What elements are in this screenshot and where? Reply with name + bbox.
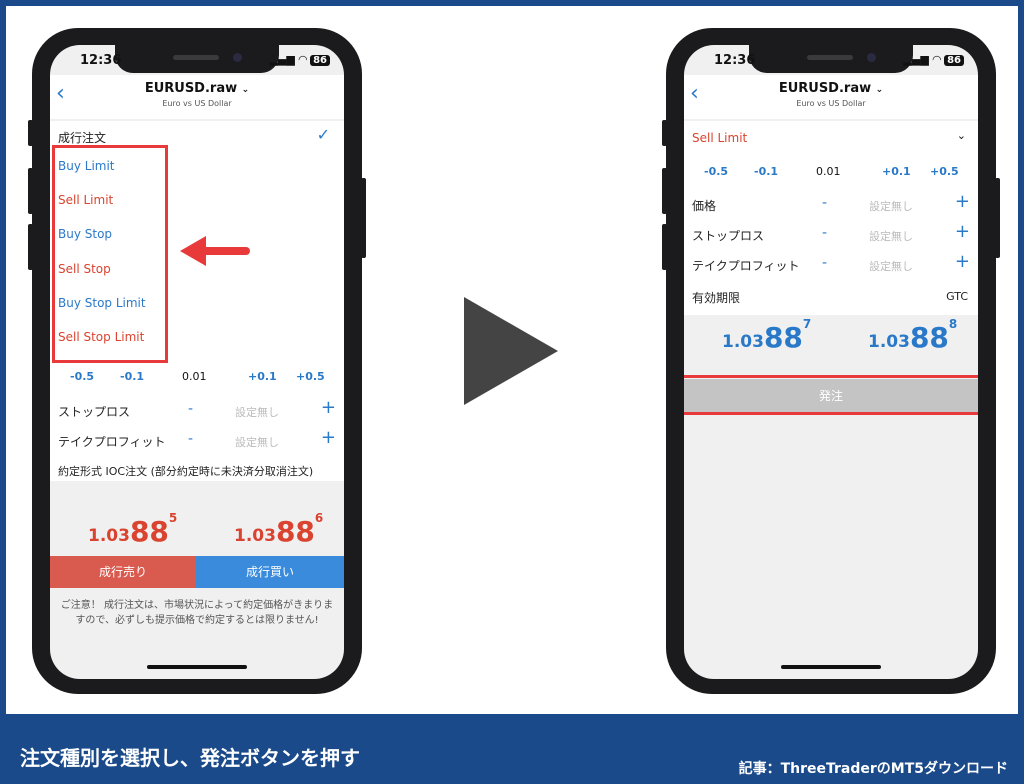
lot-step-button[interactable]: -0.5: [70, 370, 94, 383]
stop-loss-label: ストップロス: [58, 405, 131, 419]
symbol-selector[interactable]: EURUSD.raw ⌄: [50, 81, 344, 96]
status-bar: 12:36 ▂▄▆ ◠ 86: [50, 51, 344, 73]
footer-bar: 注文種別を選択し、発注ボタンを押す 記事：ThreeTraderのMT5ダウンロ…: [0, 714, 1024, 784]
check-icon: ✓: [316, 125, 330, 144]
price-label: 価格: [692, 199, 717, 213]
symbol-description: Euro vs US Dollar: [796, 99, 866, 108]
source-note: 記事：ThreeTraderのMT5ダウンロード: [738, 761, 1008, 777]
price-plus[interactable]: +: [955, 191, 970, 212]
order-button-highlight: [684, 375, 978, 415]
take-profit-label: テイクプロフィット: [692, 259, 800, 273]
side-button: [662, 120, 667, 146]
fill-type: 約定形式 IOC注文 (部分約定時に未決済分取消注文): [58, 465, 314, 478]
take-profit-plus[interactable]: +: [321, 427, 336, 448]
lot-step-button[interactable]: +0.5: [296, 370, 325, 383]
status-time: 12:36: [80, 53, 122, 68]
status-icons: ▂▄▆ ◠ 86: [903, 53, 964, 66]
lot-step-button[interactable]: -0.5: [704, 165, 728, 178]
lot-step-button[interactable]: -0.1: [754, 165, 778, 178]
stop-loss-value[interactable]: 設定無し: [869, 228, 913, 244]
lot-volume[interactable]: 0.01: [182, 370, 207, 383]
take-profit-value[interactable]: 設定無し: [869, 258, 913, 274]
side-button: [28, 120, 33, 146]
take-profit-minus[interactable]: -: [822, 255, 827, 271]
order-panel: [684, 121, 978, 315]
ask-price: 1.03886: [234, 511, 324, 548]
status-icons: ▂▄▆ ◠ 86: [269, 53, 330, 66]
symbol-name: EURUSD.raw: [778, 81, 872, 96]
take-profit-plus[interactable]: +: [955, 251, 970, 272]
order-type-label: Sell Limit: [692, 131, 748, 145]
stop-loss-value[interactable]: 設定無し: [235, 404, 279, 420]
chevron-down-icon: ⌄: [241, 85, 250, 95]
bid-price: 1.03885: [88, 511, 178, 548]
arrow-left-icon: [180, 236, 250, 266]
lot-volume[interactable]: 0.01: [816, 165, 841, 178]
battery-icon: 86: [944, 55, 964, 66]
sell-button[interactable]: 成行売り: [50, 556, 196, 588]
stop-loss-minus[interactable]: -: [822, 225, 827, 241]
buy-button[interactable]: 成行買い: [196, 556, 344, 588]
play-icon: [464, 297, 558, 405]
symbol-description: Euro vs US Dollar: [162, 99, 232, 108]
chevron-down-icon[interactable]: ⌄: [957, 129, 966, 142]
stop-loss-label: ストップロス: [692, 229, 765, 243]
expiry-label: 有効期限: [692, 291, 741, 305]
lot-step-button[interactable]: -0.1: [120, 370, 144, 383]
home-indicator: [147, 665, 247, 669]
status-time: 12:36: [714, 53, 756, 68]
left-phone: 12:36 ▂▄▆ ◠ 86 ‹ EURUSD.raw ⌄ Euro vs US …: [28, 28, 366, 694]
order-type-current[interactable]: 成行注文: [58, 129, 344, 146]
take-profit-label: テイクプロフィット: [58, 435, 166, 449]
symbol-header: ‹ EURUSD.raw ⌄ Euro vs US Dollar: [50, 75, 344, 119]
expiry-value[interactable]: GTC: [946, 290, 968, 303]
market-order-notice: ご注意！ 成行注文は、市場状況によって約定価格がきまりますので、必ずしも提示価格…: [60, 600, 334, 626]
power-button: [361, 178, 366, 258]
power-button: [995, 178, 1000, 258]
bid-price: 1.03887: [722, 317, 812, 354]
symbol-selector[interactable]: EURUSD.raw ⌄: [684, 81, 978, 96]
volume-down-button: [662, 224, 667, 270]
lot-step-button[interactable]: +0.5: [930, 165, 959, 178]
stop-loss-plus[interactable]: +: [321, 397, 336, 418]
options-highlight: [52, 145, 168, 363]
ask-price: 1.03888: [868, 317, 958, 354]
symbol-header: ‹ EURUSD.raw ⌄ Euro vs US Dollar: [684, 75, 978, 119]
left-screen: 12:36 ▂▄▆ ◠ 86 ‹ EURUSD.raw ⌄ Euro vs US …: [50, 45, 344, 679]
home-indicator: [781, 665, 881, 669]
battery-icon: 86: [310, 55, 330, 66]
price-minus[interactable]: -: [822, 195, 827, 211]
caption: 注文種別を選択し、発注ボタンを押す: [20, 746, 360, 770]
order-type-selector[interactable]: Sell Limit: [692, 131, 978, 145]
volume-down-button: [28, 224, 33, 270]
symbol-name: EURUSD.raw: [144, 81, 238, 96]
price-value[interactable]: 設定無し: [869, 198, 913, 214]
stop-loss-minus[interactable]: -: [188, 401, 193, 417]
order-type-label: 成行注文: [58, 131, 107, 145]
lot-step-button[interactable]: +0.1: [248, 370, 277, 383]
take-profit-value[interactable]: 設定無し: [235, 434, 279, 450]
lot-step-button[interactable]: +0.1: [882, 165, 911, 178]
volume-up-button: [28, 168, 33, 214]
take-profit-minus[interactable]: -: [188, 431, 193, 447]
right-screen: 12:36 ▂▄▆ ◠ 86 ‹ EURUSD.raw ⌄ Euro vs US …: [684, 45, 978, 679]
chevron-down-icon: ⌄: [875, 85, 884, 95]
stop-loss-plus[interactable]: +: [955, 221, 970, 242]
status-bar: 12:36 ▂▄▆ ◠ 86: [684, 51, 978, 73]
volume-up-button: [662, 168, 667, 214]
right-phone: 12:36 ▂▄▆ ◠ 86 ‹ EURUSD.raw ⌄ Euro vs US …: [662, 28, 1000, 694]
